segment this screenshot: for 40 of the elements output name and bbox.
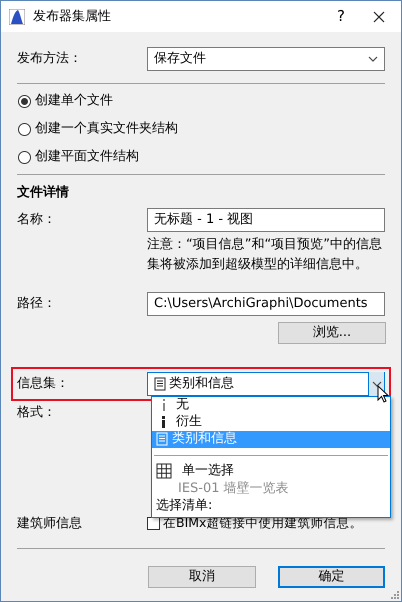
group-label: 选择清单: xyxy=(155,498,214,514)
radio-label[interactable]: 创建单个文件 xyxy=(35,91,113,111)
note-text: 注意：“项目信息”和“项目预览”中的信息集将被添加到超级模型的详细信息中。 xyxy=(147,236,383,274)
name-field[interactable]: 无标题 - 1 - 视图 xyxy=(147,208,385,232)
document-icon xyxy=(156,432,168,446)
field-label: 建筑师信息 xyxy=(17,515,83,533)
dropdown-option[interactable]: 衍生 xyxy=(152,414,390,430)
checkbox[interactable] xyxy=(147,517,160,530)
dialog-button[interactable]: 确定 xyxy=(278,566,385,588)
help-button[interactable]: ? xyxy=(331,5,351,28)
table-icon xyxy=(156,462,172,478)
field-label: 信息集： xyxy=(17,374,70,393)
close-icon xyxy=(373,10,385,22)
section-heading: 文件详情 xyxy=(17,184,70,202)
document-icon xyxy=(154,376,166,390)
window-title: 发布器集属性 xyxy=(33,8,112,26)
radio-button[interactable] xyxy=(18,150,31,164)
info-set-dropdown[interactable]: 类别和信息 xyxy=(147,372,385,396)
chevron-icon xyxy=(372,380,382,386)
info-icon xyxy=(160,415,168,429)
dialog-button[interactable]: 取消 xyxy=(148,566,256,588)
dropdown-option[interactable]: 无 xyxy=(152,396,390,414)
dropdown-option[interactable]: 单一选择 xyxy=(152,460,390,480)
browse-button[interactable]: 浏览... xyxy=(278,322,386,344)
method-dropdown[interactable]: 保存文件 xyxy=(147,47,385,71)
path-field[interactable]: C:\Users\ArchiGraphi\Documents xyxy=(147,292,385,316)
field-label: 名称： xyxy=(17,210,57,229)
info-icon xyxy=(160,398,168,412)
cursor-icon xyxy=(377,384,389,402)
radio-button[interactable] xyxy=(18,94,31,108)
field-label: 路径： xyxy=(17,294,57,313)
field-label: 格式： xyxy=(17,404,57,422)
resize-grip-icon xyxy=(391,591,399,599)
radio-label[interactable]: 创建一个真实文件夹结构 xyxy=(35,119,178,139)
field-label: 发布方法： xyxy=(17,50,83,68)
chevron-icon xyxy=(368,56,378,62)
radio-label[interactable]: 创建平面文件结构 xyxy=(35,147,139,167)
radio-button[interactable] xyxy=(18,122,31,136)
list-option: IES-01 墙壁一览表 xyxy=(152,480,390,498)
app-logo-icon xyxy=(9,8,25,24)
